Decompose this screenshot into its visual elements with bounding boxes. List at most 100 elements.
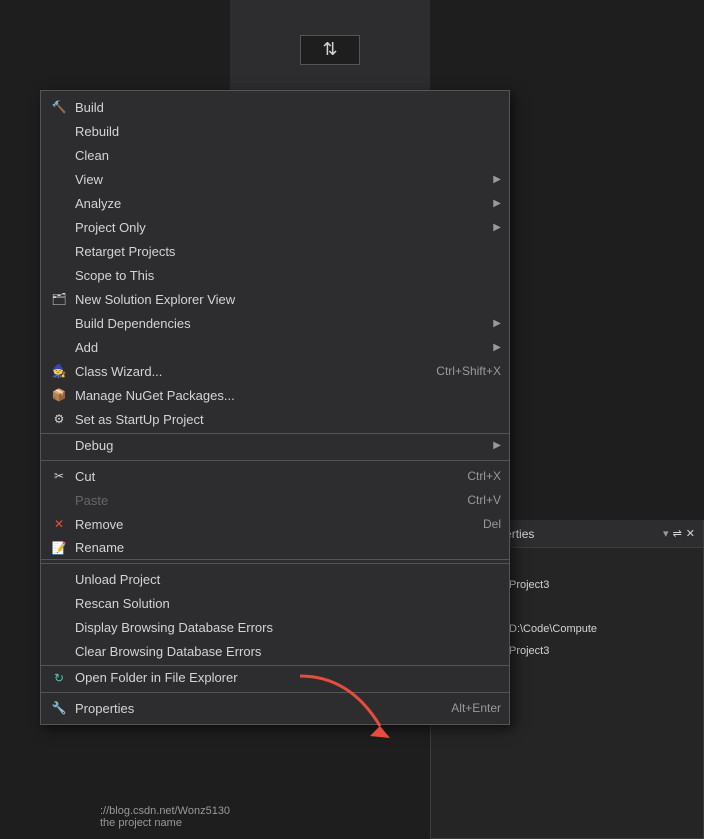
cm-cut[interactable]: ✂ Cut Ctrl+X xyxy=(41,464,509,488)
cm-properties-shortcut: Alt+Enter xyxy=(431,701,501,715)
cm-add-label: Add xyxy=(75,340,487,355)
props-close-icon[interactable]: ✕ xyxy=(686,527,695,540)
cut-icon: ✂ xyxy=(49,466,69,486)
thumbnail-inner: ⇅ xyxy=(300,35,360,65)
analyze-icon xyxy=(49,193,69,213)
cm-open-folder[interactable]: ↻ Open Folder in File Explorer xyxy=(41,665,509,689)
cm-paste[interactable]: Paste Ctrl+V xyxy=(41,488,509,512)
cm-rescan[interactable]: Rescan Solution xyxy=(41,591,509,615)
cm-remove-shortcut: Del xyxy=(463,517,501,531)
cm-set-startup[interactable]: ⚙ Set as StartUp Project xyxy=(41,407,509,431)
cm-view[interactable]: View ▶ xyxy=(41,167,509,191)
project-only-arrow-icon: ▶ xyxy=(493,222,501,233)
cm-separator-2 xyxy=(41,563,509,564)
cm-build-dep[interactable]: Build Dependencies ▶ xyxy=(41,311,509,335)
cm-clear-browse[interactable]: Clear Browsing Database Errors xyxy=(41,639,509,663)
cm-project-only[interactable]: Project Only ▶ xyxy=(41,215,509,239)
view-arrow-icon: ▶ xyxy=(493,174,501,185)
cm-rebuild[interactable]: Rebuild xyxy=(41,119,509,143)
cm-build-label: Build xyxy=(75,100,501,115)
cm-debug-label: Debug xyxy=(75,438,487,453)
cm-unload-label: Unload Project xyxy=(75,572,501,587)
cm-build-dep-label: Build Dependencies xyxy=(75,316,487,331)
cm-rename[interactable]: 📝 Rename xyxy=(41,536,509,560)
cm-add[interactable]: Add ▶ xyxy=(41,335,509,359)
view-icon xyxy=(49,169,69,189)
retarget-icon xyxy=(49,241,69,261)
cm-manage-nuget-label: Manage NuGet Packages... xyxy=(75,388,501,403)
cm-class-wizard[interactable]: 🧙 Class Wizard... Ctrl+Shift+X xyxy=(41,359,509,383)
props-name-value: Project3 xyxy=(509,579,549,591)
analyze-arrow-icon: ▶ xyxy=(493,198,501,209)
cm-properties-label: Properties xyxy=(75,701,425,716)
cm-paste-shortcut: Ctrl+V xyxy=(447,493,501,507)
props-namespace-value: Project3 xyxy=(509,645,549,657)
open-folder-icon: ↻ xyxy=(49,668,69,688)
unload-icon xyxy=(49,569,69,589)
display-browse-icon xyxy=(49,617,69,637)
scope-icon xyxy=(49,265,69,285)
cm-scope[interactable]: Scope to This xyxy=(41,263,509,287)
build-dep-arrow-icon: ▶ xyxy=(493,318,501,329)
debug-icon xyxy=(49,436,69,456)
thumbnail-preview: ⇅ xyxy=(230,0,430,100)
cm-separator-3 xyxy=(41,692,509,693)
props-file-value: D:\Code\Compute xyxy=(509,623,597,635)
cm-properties[interactable]: 🔧 Properties Alt+Enter xyxy=(41,696,509,720)
cm-project-only-label: Project Only xyxy=(75,220,487,235)
cm-display-browse-label: Display Browsing Database Errors xyxy=(75,620,501,635)
cm-retarget[interactable]: Retarget Projects xyxy=(41,239,509,263)
cm-rename-label: Rename xyxy=(75,540,501,555)
cm-display-browse[interactable]: Display Browsing Database Errors xyxy=(41,615,509,639)
paste-icon xyxy=(49,490,69,510)
build-dep-icon xyxy=(49,313,69,333)
clean-icon xyxy=(49,145,69,165)
cm-clean-label: Clean xyxy=(75,148,501,163)
cm-class-wizard-label: Class Wizard... xyxy=(75,364,410,379)
cm-debug[interactable]: Debug ▶ xyxy=(41,433,509,457)
cm-new-view-label: New Solution Explorer View xyxy=(75,292,501,307)
set-startup-icon: ⚙ xyxy=(49,409,69,429)
props-dropdown-icon[interactable]: ▾ xyxy=(663,527,669,540)
props-pin-icon[interactable]: ⇌ xyxy=(673,527,682,540)
cm-separator-1 xyxy=(41,460,509,461)
cm-clear-browse-label: Clear Browsing Database Errors xyxy=(75,644,501,659)
cm-rescan-label: Rescan Solution xyxy=(75,596,501,611)
cm-class-wizard-shortcut: Ctrl+Shift+X xyxy=(416,364,501,378)
cm-analyze[interactable]: Analyze ▶ xyxy=(41,191,509,215)
annotation-text: the project name xyxy=(100,817,182,829)
debug-arrow-icon: ▶ xyxy=(493,440,501,451)
cm-rebuild-label: Rebuild xyxy=(75,124,501,139)
add-icon xyxy=(49,337,69,357)
cm-build[interactable]: 🔨 Build xyxy=(41,95,509,119)
cm-manage-nuget[interactable]: 📦 Manage NuGet Packages... xyxy=(41,383,509,407)
cm-cut-label: Cut xyxy=(75,469,441,484)
class-wizard-icon: 🧙 xyxy=(49,361,69,381)
manage-nuget-icon: 📦 xyxy=(49,385,69,405)
rename-icon: 📝 xyxy=(49,538,69,558)
cm-remove-label: Remove xyxy=(75,517,457,532)
rebuild-icon xyxy=(49,121,69,141)
cm-clean[interactable]: Clean xyxy=(41,143,509,167)
add-arrow-icon: ▶ xyxy=(493,342,501,353)
cm-paste-label: Paste xyxy=(75,493,441,508)
cm-retarget-label: Retarget Projects xyxy=(75,244,501,259)
cm-cut-shortcut: Ctrl+X xyxy=(447,469,501,483)
new-view-icon: 🗂 xyxy=(49,289,69,309)
cm-unload[interactable]: Unload Project xyxy=(41,567,509,591)
cm-new-view[interactable]: 🗂 New Solution Explorer View xyxy=(41,287,509,311)
cm-open-folder-label: Open Folder in File Explorer xyxy=(75,670,501,685)
cm-scope-label: Scope to This xyxy=(75,268,501,283)
build-icon: 🔨 xyxy=(49,97,69,117)
remove-icon: ✕ xyxy=(49,514,69,534)
cm-view-label: View xyxy=(75,172,487,187)
clear-browse-icon xyxy=(49,641,69,661)
properties-icon: 🔧 xyxy=(49,698,69,718)
project-only-icon xyxy=(49,217,69,237)
cm-set-startup-label: Set as StartUp Project xyxy=(75,412,501,427)
rescan-icon xyxy=(49,593,69,613)
cm-remove[interactable]: ✕ Remove Del xyxy=(41,512,509,536)
context-menu: 🔨 Build Rebuild Clean View ▶ Analyze ▶ P… xyxy=(40,90,510,725)
url-annotation: ://blog.csdn.net/Wonz5130 the project na… xyxy=(100,805,230,829)
cm-analyze-label: Analyze xyxy=(75,196,487,211)
